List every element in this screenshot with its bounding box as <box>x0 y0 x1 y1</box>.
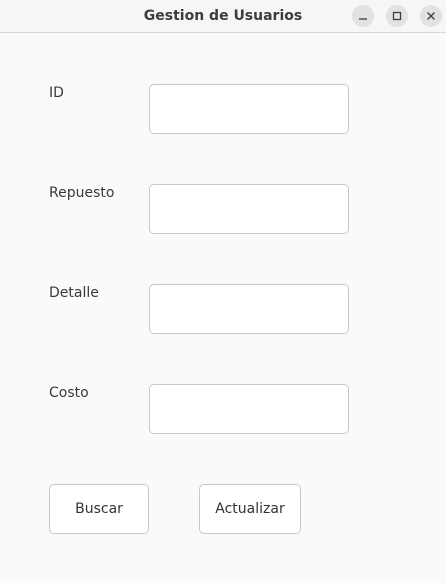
search-button[interactable]: Buscar <box>49 484 149 534</box>
repuesto-input[interactable] <box>149 184 349 234</box>
minimize-button[interactable] <box>352 5 374 27</box>
close-button[interactable] <box>420 5 442 27</box>
detalle-input[interactable] <box>149 284 349 334</box>
app-window: Gestion de Usuarios ID Repuesto Detalle … <box>0 0 446 583</box>
window-title: Gestion de Usuarios <box>143 8 303 24</box>
minimize-icon <box>359 18 367 20</box>
detalle-label: Detalle <box>49 285 99 301</box>
id-label: ID <box>49 85 64 101</box>
maximize-icon <box>392 11 402 21</box>
close-icon <box>427 12 435 20</box>
costo-label: Costo <box>49 385 89 401</box>
costo-input[interactable] <box>149 384 349 434</box>
maximize-button[interactable] <box>386 5 408 27</box>
id-input[interactable] <box>149 84 349 134</box>
repuesto-label: Repuesto <box>49 185 115 201</box>
title-bar[interactable]: Gestion de Usuarios <box>0 0 446 33</box>
update-button[interactable]: Actualizar <box>199 484 301 534</box>
